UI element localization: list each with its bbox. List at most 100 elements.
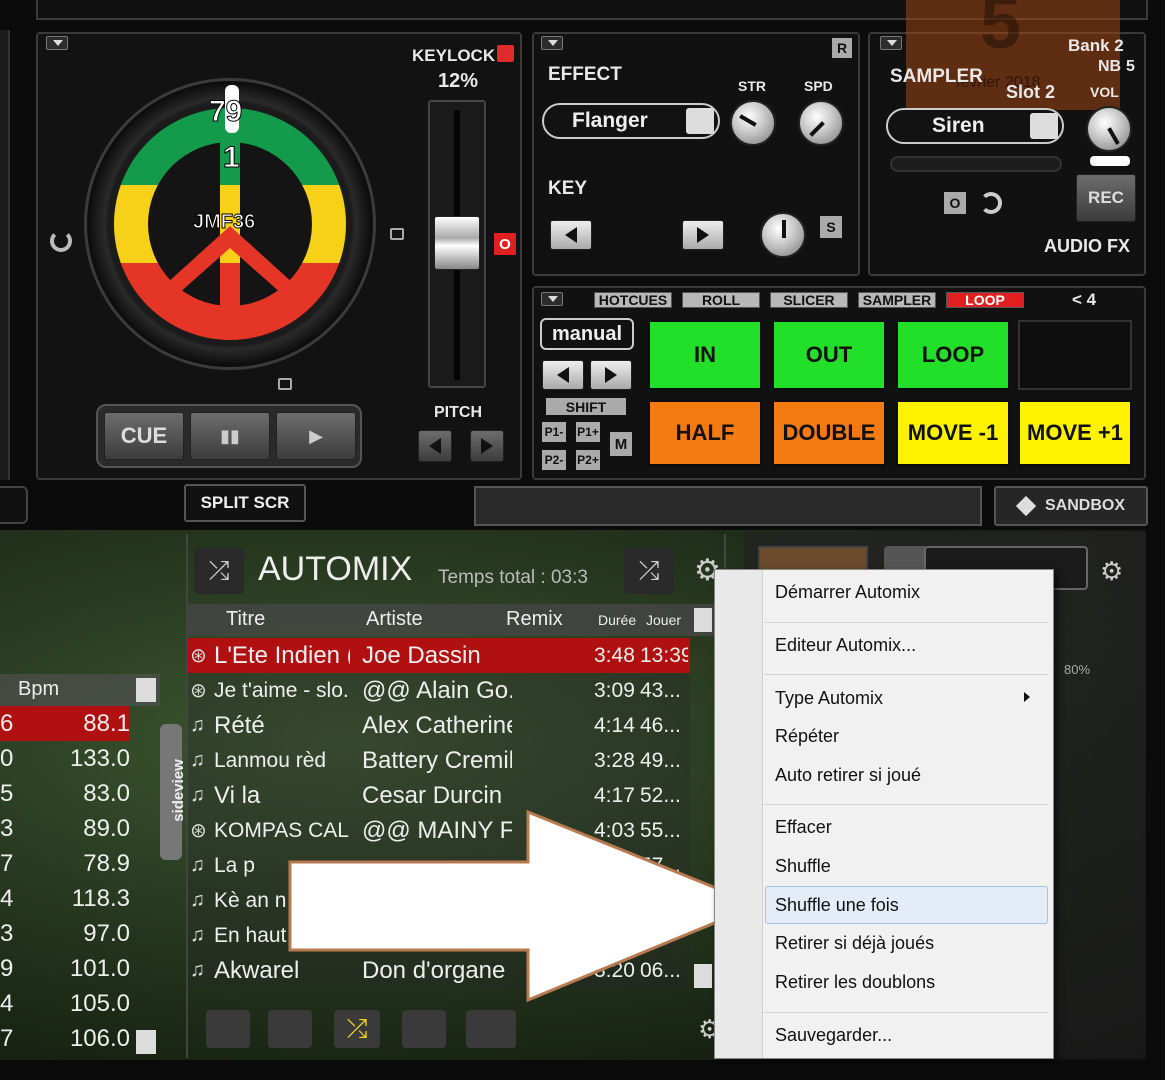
split-screen-button[interactable]: SPLIT SCR (184, 484, 306, 522)
key-knob[interactable] (760, 212, 806, 258)
pad-mode-select[interactable]: manual (540, 318, 634, 350)
table-row[interactable]: ♫ Vi la Cesar Durcin 4:17 52... (188, 778, 690, 813)
pad-page-prev-button[interactable] (542, 360, 584, 390)
playlist-icon[interactable] (206, 1010, 250, 1048)
audio-fx-label[interactable]: AUDIO FX (1044, 236, 1130, 257)
sandbox-button[interactable]: SANDBOX (994, 486, 1148, 526)
table-row[interactable]: ♫ Rété Alex Catherine 4:14 46... (188, 708, 690, 743)
automix-shuffle-button[interactable]: ⤮ (624, 548, 674, 594)
lock-icon-bottom[interactable] (278, 378, 292, 390)
pads-collapse-icon[interactable] (541, 292, 563, 306)
header-jouer[interactable]: Jouer (646, 612, 681, 628)
loop-size[interactable]: < 4 (1072, 290, 1096, 310)
header-titre[interactable]: Titre (226, 608, 265, 631)
cue-button[interactable]: CUE (104, 412, 184, 460)
shift-button[interactable]: SHIFT (546, 398, 626, 415)
pad-empty[interactable] (1018, 320, 1132, 390)
m-button[interactable]: M (610, 432, 632, 456)
right-gear-icon[interactable]: ⚙ (1100, 556, 1123, 587)
pad-in[interactable]: IN (648, 320, 762, 390)
play-button[interactable]: ▶ (276, 412, 356, 460)
header-remix[interactable]: Remix (506, 608, 563, 631)
deck-collapse-icon[interactable] (46, 36, 68, 50)
p2-minus-button[interactable]: P2- (542, 450, 566, 470)
table-row[interactable]: 3 89.0 (0, 811, 130, 846)
pitch-down-button[interactable] (418, 430, 452, 462)
table-row[interactable]: 5 83.0 (0, 776, 130, 811)
menu-item-automix-type[interactable]: Type Automix (775, 688, 883, 709)
sampler-vol-knob[interactable] (1086, 106, 1132, 152)
p1-plus-button[interactable]: P1+ (576, 422, 600, 442)
pitch-reset-badge[interactable]: O (494, 233, 516, 255)
pad-move-minus[interactable]: MOVE -1 (896, 400, 1010, 466)
menu-item-auto-remove[interactable]: Auto retirer si joué (775, 765, 921, 786)
menu-item-repeat[interactable]: Répéter (775, 726, 839, 747)
table-row[interactable]: 6 88.1 (0, 706, 130, 741)
menu-item-shuffle[interactable]: Shuffle (775, 856, 831, 877)
pitch-slider-handle[interactable] (434, 216, 480, 270)
table-row[interactable]: ⊛ Je t'aime - slo... @@ Alain Go... 3:09 43.… (188, 673, 690, 708)
play-pause-button[interactable]: ▮▮ (190, 412, 270, 460)
p2-plus-button[interactable]: P2+ (576, 450, 600, 470)
keylock-lock-icon[interactable] (497, 45, 514, 62)
header-artiste[interactable]: Artiste (366, 608, 423, 631)
pad-double[interactable]: DOUBLE (772, 400, 886, 466)
menu-item-shuffle-once[interactable]: Shuffle une fois (775, 895, 899, 916)
tab-sampler[interactable]: SAMPLER (858, 292, 936, 308)
key-s-badge[interactable]: S (820, 216, 842, 238)
bpm-header-label[interactable]: Bpm (18, 678, 59, 701)
sampler-collapse-icon[interactable] (880, 36, 902, 50)
tab-hotcues[interactable]: HOTCUES (594, 292, 672, 308)
menu-item-clear[interactable]: Effacer (775, 817, 832, 838)
str-knob[interactable] (730, 100, 776, 146)
bpm-scroll-up-icon[interactable] (136, 678, 156, 702)
bpm-scroll-down-icon[interactable] (136, 1030, 156, 1054)
sampler-vol-indicator (1090, 156, 1130, 166)
menu-item-automix-editor[interactable]: Editeur Automix... (775, 635, 916, 656)
pad-out[interactable]: OUT (772, 320, 886, 390)
pad-page-next-button[interactable] (590, 360, 632, 390)
left-toolbar-stub[interactable] (0, 486, 28, 524)
automix-scroll-up-icon[interactable] (694, 608, 712, 632)
bpm-key: 6 (0, 709, 14, 737)
tab-loop[interactable]: LOOP (946, 292, 1024, 308)
p1-minus-button[interactable]: P1- (542, 422, 566, 442)
table-row[interactable]: ⊛ L'Ete Indien (19 Joe Dassin 3:4813:39 (188, 638, 690, 673)
sampler-loop-icon[interactable] (980, 192, 1002, 214)
table-row[interactable]: ♫ Lanmou rèd Battery Cremil 3:28 49... (188, 743, 690, 778)
menu-item-save[interactable]: Sauvegarder... (775, 1025, 892, 1046)
automix-toggle-button[interactable]: ⤮ (194, 548, 244, 594)
table-row[interactable]: 4 105.0 (0, 986, 130, 1021)
header-duree[interactable]: Durée (598, 612, 636, 628)
menu-item-start-automix[interactable]: Démarrer Automix (775, 582, 920, 603)
table-row[interactable]: 0 133.0 (0, 741, 130, 776)
effect-collapse-icon[interactable] (541, 36, 563, 50)
tab-roll[interactable]: ROLL (682, 292, 760, 308)
spd-knob[interactable] (798, 100, 844, 146)
sampler-o-badge[interactable]: O (944, 192, 966, 214)
pad-loop[interactable]: LOOP (896, 320, 1010, 390)
effect-r-badge[interactable]: R (832, 38, 852, 58)
table-row[interactable]: 3 97.0 (0, 916, 130, 951)
key-up-button[interactable] (682, 220, 724, 250)
table-row[interactable]: 9 101.0 (0, 951, 130, 986)
table-row[interactable]: 7 78.9 (0, 846, 130, 881)
tab-slicer[interactable]: SLICER (770, 292, 848, 308)
menu-item-remove-duplicates[interactable]: Retirer les doublons (775, 972, 935, 993)
sampler-select[interactable]: Siren (886, 108, 1064, 144)
track-play-time: 52... (640, 783, 681, 807)
effect-select[interactable]: Flanger (542, 103, 720, 139)
lock-icon[interactable] (390, 228, 404, 240)
table-row[interactable]: 7 106.0 (0, 1021, 130, 1056)
pitch-up-button[interactable] (470, 430, 504, 462)
pad-move-plus[interactable]: MOVE +1 (1018, 400, 1132, 466)
key-down-button[interactable] (550, 220, 592, 250)
rec-button[interactable]: REC (1076, 174, 1136, 222)
pad-half[interactable]: HALF (648, 400, 762, 466)
table-row[interactable]: 4 118.3 (0, 881, 130, 916)
turntable[interactable]: 79 1 JMF36 (84, 78, 376, 370)
menu-item-remove-played[interactable]: Retirer si déjà joués (775, 933, 934, 954)
sandbox-label: SANDBOX (1044, 497, 1125, 514)
reverse-icon[interactable] (50, 230, 72, 252)
search-field[interactable] (474, 486, 982, 526)
